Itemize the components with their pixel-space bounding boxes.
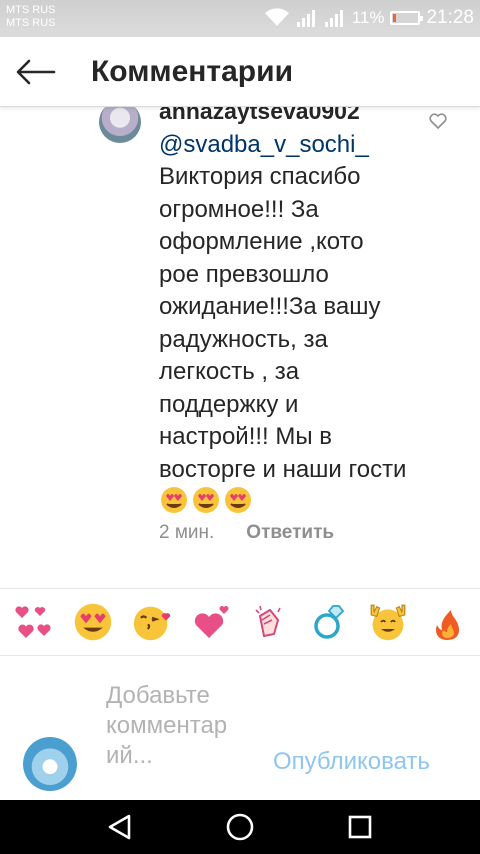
page-title: Комментарии (91, 55, 294, 88)
back-triangle-icon (108, 814, 131, 840)
battery-percent: 11% (351, 8, 385, 27)
system-nav-bar (0, 800, 480, 854)
status-indicators: 11% 21:28 (264, 6, 474, 30)
comment-emojis (159, 487, 255, 516)
comment-text: Виктория спасибо огромное!!! За оформлен… (159, 163, 407, 483)
nav-home-button[interactable] (216, 803, 264, 851)
wifi-icon (264, 8, 289, 26)
clock: 21:28 (426, 7, 474, 28)
reply-button[interactable]: Ответить (246, 522, 334, 544)
signal-icon (296, 10, 315, 27)
clapping-hands-emoji[interactable] (247, 599, 293, 645)
raised-hands-emoji[interactable] (365, 599, 411, 645)
heart-eyes-emoji (161, 487, 187, 513)
fire-emoji[interactable] (424, 599, 470, 645)
comment-mention[interactable]: @svadba_v_sochi_ (159, 129, 409, 162)
kissing-heart-emoji (133, 606, 170, 641)
battery-level (393, 14, 397, 22)
heart-eyes-emoji (74, 603, 111, 641)
comment-meta: 2 мин. Ответить (159, 522, 334, 544)
ring-emoji[interactable] (306, 599, 352, 645)
carrier-label: MTS RUS (6, 17, 56, 29)
heart-eyes-emoji[interactable] (70, 599, 116, 645)
header: Комментарии (0, 37, 480, 107)
emoji-reaction-bar (0, 588, 480, 656)
nav-back-button[interactable] (96, 803, 144, 851)
heart-eyes-emoji (193, 487, 219, 513)
current-user-avatar (23, 737, 77, 791)
like-button[interactable] (428, 111, 448, 131)
two-hearts-emoji[interactable] (11, 599, 57, 645)
comment-item: annazaytseva0902 @svadba_v_sochi_ Виктор… (0, 107, 480, 587)
battery-icon (390, 11, 424, 25)
recents-square-icon (348, 815, 372, 839)
comment-time: 2 мин. (159, 522, 215, 543)
nav-recents-button[interactable] (336, 803, 384, 851)
back-button[interactable] (14, 54, 58, 90)
ring-emoji (313, 605, 344, 639)
clapping-hands-emoji (254, 605, 281, 637)
comment-composer: Добавьте комментар ий... Опубликовать (0, 657, 480, 800)
raised-hands-emoji (370, 604, 405, 641)
kissing-heart-emoji[interactable] (129, 599, 175, 645)
carrier-label: MTS RUS (6, 4, 56, 16)
heart-outline-icon (429, 113, 447, 129)
heart-eyes-emoji (225, 487, 251, 513)
comment-username[interactable]: annazaytseva0902 (159, 107, 360, 124)
heart-emoji[interactable] (188, 599, 234, 645)
fire-emoji (435, 610, 459, 640)
two-hearts-emoji (14, 606, 51, 638)
publish-button[interactable]: Опубликовать (273, 748, 430, 776)
home-circle-icon (226, 813, 254, 841)
avatar[interactable] (99, 107, 141, 143)
status-bar: MTS RUS MTS RUS 11% 21:28 (0, 0, 480, 37)
comment-input[interactable]: Добавьте комментар ий... (106, 681, 266, 771)
heart-emoji (194, 606, 228, 638)
comment-body: annazaytseva0902 @svadba_v_sochi_ Виктор… (159, 107, 409, 520)
arrow-left-icon (16, 59, 56, 85)
signal-icon (324, 10, 343, 27)
